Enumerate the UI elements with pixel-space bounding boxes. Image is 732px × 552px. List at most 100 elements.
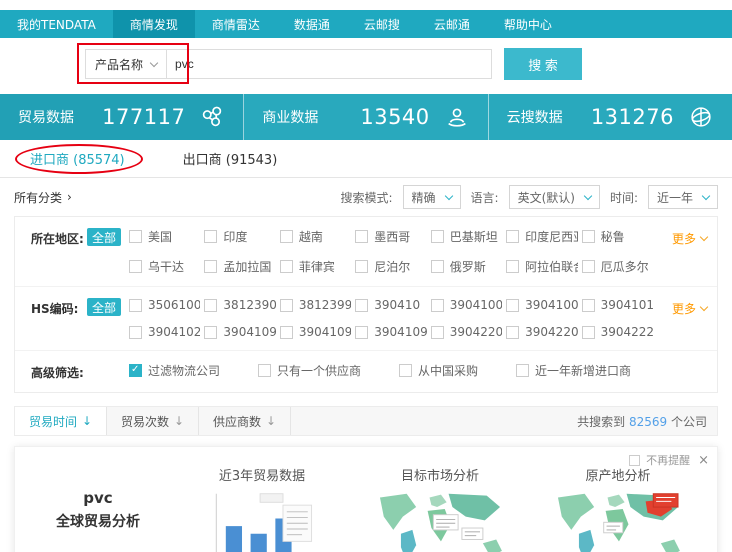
advanced-option-single-supplier[interactable]: 只有一个供应商: [258, 362, 361, 379]
region-option[interactable]: 尼泊尔: [355, 258, 426, 275]
hs-option[interactable]: 39041090: [204, 325, 275, 339]
advanced-option-buy-from-china[interactable]: 从中国采购: [399, 362, 478, 379]
checkbox[interactable]: [355, 326, 368, 339]
region-option[interactable]: 秘鲁: [582, 228, 653, 245]
checkbox[interactable]: [204, 299, 217, 312]
checkbox[interactable]: [258, 364, 271, 377]
checkbox[interactable]: [582, 326, 595, 339]
region-option[interactable]: 巴基斯坦: [431, 228, 502, 245]
nav-item-my-tendata[interactable]: 我的TENDATA: [0, 10, 113, 38]
hs-option[interactable]: 39041099: [355, 325, 426, 339]
nav-item-cloud-mail-search[interactable]: 云邮搜: [347, 10, 417, 38]
region-option[interactable]: 孟加拉国: [204, 258, 275, 275]
panel-title-product: pvc: [83, 489, 112, 507]
advanced-option-new-importers[interactable]: 近一年新增进口商: [516, 362, 631, 379]
checkbox[interactable]: [129, 260, 142, 273]
region-option[interactable]: 印度: [204, 228, 275, 245]
region-option[interactable]: 阿拉伯联合...: [506, 258, 577, 275]
chevron-down-icon: [150, 58, 158, 66]
region-option[interactable]: 越南: [280, 228, 351, 245]
checkbox[interactable]: [204, 230, 217, 243]
hs-option[interactable]: 38123900: [204, 298, 275, 312]
language-select[interactable]: 英文(默认): [509, 185, 600, 209]
hs-option[interactable]: 39042201: [506, 325, 577, 339]
hs-option[interactable]: 390410: [355, 298, 426, 312]
nav-item-biz-radar[interactable]: 商情雷达: [195, 10, 277, 38]
checkbox[interactable]: [129, 299, 142, 312]
hs-option[interactable]: 39041010: [582, 298, 653, 312]
search-type-dropdown[interactable]: 产品名称: [85, 49, 167, 79]
time-select[interactable]: 近一年: [648, 185, 718, 209]
region-option[interactable]: 印度尼西亚: [506, 228, 577, 245]
checkbox[interactable]: [506, 299, 519, 312]
region-option-label: 印度尼西亚: [525, 228, 577, 245]
hs-all-button[interactable]: 全部: [87, 298, 121, 316]
sort-by-trade-count[interactable]: 贸易次数 ↓: [107, 407, 199, 435]
trade-chart-thumbnail[interactable]: 近3年贸易数据: [173, 451, 351, 552]
checkbox-checked[interactable]: [129, 364, 142, 377]
stat-cloud-search-data[interactable]: 云搜数据 131276: [489, 94, 732, 140]
checkbox[interactable]: [355, 230, 368, 243]
nav-item-data-link[interactable]: 数据通: [277, 10, 347, 38]
region-option[interactable]: 乌干达: [129, 258, 200, 275]
search-mode-select[interactable]: 精确: [403, 185, 461, 209]
checkbox[interactable]: [204, 326, 217, 339]
checkbox[interactable]: [629, 455, 640, 466]
checkbox[interactable]: [280, 230, 293, 243]
checkbox[interactable]: [431, 299, 444, 312]
region-option[interactable]: 墨西哥: [355, 228, 426, 245]
region-more-link[interactable]: 更多: [653, 228, 707, 247]
checkbox[interactable]: [582, 299, 595, 312]
hs-option[interactable]: 39042220: [582, 325, 653, 339]
nav-item-help-center[interactable]: 帮助中心: [487, 10, 569, 38]
hs-option[interactable]: 39041000: [431, 298, 502, 312]
checkbox[interactable]: [129, 230, 142, 243]
tab-importers[interactable]: 进口商 (85574): [30, 149, 125, 168]
nav-item-biz-discovery[interactable]: 商情发现: [113, 10, 195, 38]
checkbox[interactable]: [431, 260, 444, 273]
hs-more-link[interactable]: 更多: [653, 298, 707, 317]
checkbox[interactable]: [399, 364, 412, 377]
hs-option-label: 38123900: [223, 298, 275, 312]
region-option[interactable]: 美国: [129, 228, 200, 245]
checkbox[interactable]: [355, 260, 368, 273]
region-option[interactable]: 厄瓜多尔: [582, 258, 653, 275]
search-button[interactable]: 搜 索: [504, 48, 582, 80]
checkbox[interactable]: [582, 260, 595, 273]
checkbox[interactable]: [431, 326, 444, 339]
hs-option[interactable]: 39041092: [280, 325, 351, 339]
checkbox[interactable]: [280, 260, 293, 273]
region-option[interactable]: 俄罗斯: [431, 258, 502, 275]
region-all-button[interactable]: 全部: [87, 228, 121, 246]
hs-option[interactable]: 39041020: [129, 325, 200, 339]
checkbox[interactable]: [516, 364, 529, 377]
sort-label: 贸易时间: [29, 413, 77, 430]
checkbox[interactable]: [355, 299, 368, 312]
hs-option[interactable]: 38123990: [280, 298, 351, 312]
sort-by-trade-time[interactable]: 贸易时间 ↓: [15, 407, 107, 435]
hs-option[interactable]: 35061000: [129, 298, 200, 312]
tab-exporters[interactable]: 出口商 (91543): [183, 149, 278, 168]
region-option[interactable]: 菲律宾: [280, 258, 351, 275]
advanced-option-filter-logistics[interactable]: 过滤物流公司: [129, 362, 220, 379]
checkbox[interactable]: [582, 230, 595, 243]
checkbox[interactable]: [129, 326, 142, 339]
hs-option[interactable]: 39041003: [506, 298, 577, 312]
hs-option[interactable]: 39042200: [431, 325, 502, 339]
checkbox[interactable]: [506, 326, 519, 339]
checkbox[interactable]: [506, 230, 519, 243]
nav-item-cloud-mail[interactable]: 云邮通: [417, 10, 487, 38]
checkbox[interactable]: [204, 260, 217, 273]
target-market-map[interactable]: 目标市场分析: [351, 451, 529, 552]
checkbox[interactable]: [506, 260, 519, 273]
stat-business-data[interactable]: 商业数据 13540: [244, 94, 488, 140]
checkbox[interactable]: [431, 230, 444, 243]
close-icon[interactable]: ×: [698, 453, 709, 468]
all-categories-link[interactable]: 所有分类 ›: [14, 189, 72, 206]
sort-by-supplier-count[interactable]: 供应商数 ↓: [199, 407, 291, 435]
checkbox[interactable]: [280, 299, 293, 312]
checkbox[interactable]: [280, 326, 293, 339]
result-count[interactable]: 82569: [629, 415, 667, 429]
stat-trade-data[interactable]: 贸易数据 177117: [0, 94, 244, 140]
search-input[interactable]: [167, 49, 492, 79]
